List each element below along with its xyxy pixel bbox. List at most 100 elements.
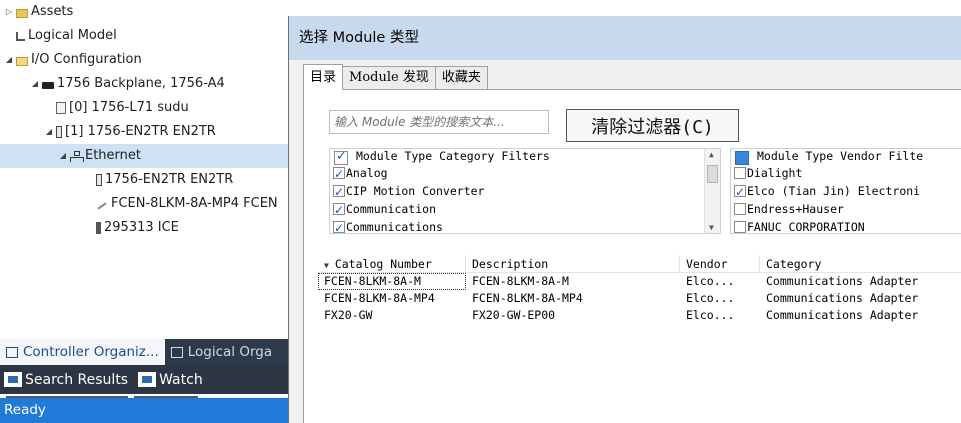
controller-icon bbox=[56, 102, 66, 114]
table-row[interactable]: FCEN-8LKM-8A-M FCEN-8LKM-8A-M Elco... Commu… bbox=[318, 273, 961, 290]
category-filter-checkbox[interactable] bbox=[333, 201, 345, 219]
category-filter-label: Communications bbox=[346, 220, 443, 234]
tab-module-discovery[interactable]: Module 发现 bbox=[342, 66, 436, 90]
tab-favorites[interactable]: 收藏夹 bbox=[434, 66, 488, 90]
tree-node[interactable]: ◢ [1] 1756-EN2TR EN2TR bbox=[44, 120, 216, 144]
catalog-tab-page: 清除过滤器(C) Module Type Category Filters An… bbox=[303, 89, 961, 423]
collapse-icon[interactable]: ◢ bbox=[30, 72, 40, 96]
vendor-filter-label: Endress+Hauser bbox=[747, 202, 844, 216]
vendor-filter-checkbox[interactable] bbox=[734, 221, 746, 233]
vendor-filter-label: Elco (Tian Jin) Electroni bbox=[747, 184, 921, 198]
search-results-button[interactable]: Search Results bbox=[0, 372, 132, 388]
watch-label: Watch bbox=[159, 371, 203, 388]
category-cell: Communications Adapter bbox=[766, 274, 919, 288]
scroll-down-icon[interactable]: ▼ bbox=[709, 223, 714, 232]
column-category[interactable]: Category bbox=[760, 255, 961, 272]
category-filter-item[interactable]: Communication bbox=[330, 200, 720, 219]
tab-controller-organizer[interactable]: Controller Organiz... bbox=[0, 339, 165, 365]
tree-node[interactable]: Logical Model bbox=[4, 24, 117, 48]
tree-node[interactable]: 1756-EN2TR EN2TR bbox=[84, 168, 233, 192]
category-cell: Communications Adapter bbox=[766, 308, 919, 322]
vendor-filter-header: Module Type Vendor Filte bbox=[731, 149, 961, 165]
tree-node[interactable]: ▷ Assets bbox=[4, 0, 73, 24]
tree-node-label: 1756-EN2TR EN2TR bbox=[105, 172, 234, 187]
module-icon bbox=[56, 126, 62, 138]
category-filter-checkbox[interactable] bbox=[333, 183, 345, 201]
folder-icon bbox=[16, 8, 28, 18]
category-filter-label: Analog bbox=[346, 166, 388, 180]
tree-node-label: I/O Configuration bbox=[31, 52, 142, 67]
description-cell: FCEN-8LKM-8A-M bbox=[472, 274, 569, 288]
table-row[interactable]: FX20-GW FX20-GW-EP00 Elco... Communications… bbox=[318, 307, 961, 324]
vendor-filter-checkbox[interactable] bbox=[734, 203, 746, 215]
tree-node[interactable]: ◢ I/O Configuration bbox=[4, 48, 142, 72]
vendor-filter-list: Module Type Vendor Filte Dialight Elco (T… bbox=[730, 148, 961, 234]
watch-icon bbox=[138, 372, 157, 387]
vendor-cell: Elco... bbox=[686, 274, 735, 288]
vendor-filter-item[interactable]: FANUC CORPORATION bbox=[731, 218, 961, 233]
clear-filters-button[interactable]: 清除过滤器(C) bbox=[566, 109, 739, 142]
collapse-icon[interactable]: ◢ bbox=[58, 144, 68, 168]
column-catalog-number[interactable]: ▼ Catalog Number bbox=[318, 255, 466, 272]
logical-organizer-icon bbox=[170, 346, 183, 358]
folder-open-icon bbox=[16, 56, 28, 66]
vendor-filter-header-label: Module Type Vendor Filte bbox=[757, 149, 924, 163]
category-filter-label: CIP Motion Converter bbox=[346, 184, 485, 198]
collapse-icon[interactable]: ◢ bbox=[44, 120, 54, 144]
sort-desc-icon: ▼ bbox=[324, 261, 329, 270]
tree-node-label: Ethernet bbox=[85, 148, 141, 163]
vendor-filter-item[interactable]: Dialight bbox=[731, 164, 961, 182]
category-filter-header: Module Type Category Filters bbox=[330, 149, 720, 165]
search-results-label: Search Results bbox=[25, 371, 129, 388]
tab-logical-organizer-label: Logical Orga bbox=[187, 344, 273, 360]
column-vendor[interactable]: Vendor bbox=[680, 255, 760, 272]
table-header: ▼ Catalog Number Description Vendor Categ… bbox=[318, 255, 961, 273]
column-catalog-number-label: Catalog Number bbox=[334, 257, 432, 271]
ethernet-icon bbox=[70, 150, 84, 162]
category-filter-item[interactable]: CIP Motion Converter bbox=[330, 182, 720, 201]
tree-node-label: 295313 ICE bbox=[104, 220, 179, 235]
module-icon bbox=[96, 174, 102, 186]
vendor-filter-item[interactable]: Endress+Hauser bbox=[731, 200, 961, 218]
controller-organizer-pane: ▷ Assets Logical Model ◢ I/O Configuration ◢ 1… bbox=[0, 0, 290, 423]
scroll-thumb[interactable] bbox=[707, 165, 718, 183]
category-filter-header-label: Module Type Category Filters bbox=[356, 149, 550, 163]
collapse-icon[interactable]: ◢ bbox=[4, 48, 14, 72]
tree-node-label: [0] 1756-L71 sudu bbox=[69, 100, 189, 115]
category-select-all-checkbox[interactable] bbox=[334, 150, 348, 165]
vendor-select-all-checkbox[interactable] bbox=[735, 151, 749, 165]
category-filter-checkbox[interactable] bbox=[333, 165, 345, 183]
module-catalog-table: ▼ Catalog Number Description Vendor Categ… bbox=[318, 255, 961, 324]
vendor-filter-checkbox[interactable] bbox=[734, 183, 746, 201]
tree-node[interactable]: ◢ Ethernet bbox=[0, 144, 290, 168]
tab-logical-organizer[interactable]: Logical Orga bbox=[165, 339, 278, 365]
tree-node[interactable]: [0] 1756-L71 sudu bbox=[44, 96, 189, 120]
tree-node-label: [1] 1756-EN2TR EN2TR bbox=[65, 124, 216, 139]
category-filter-item[interactable]: Communications bbox=[330, 218, 720, 234]
search-results-icon bbox=[4, 372, 22, 387]
controller-organizer-icon bbox=[6, 346, 18, 358]
tree-node-label: 1756 Backplane, 1756-A4 bbox=[57, 76, 225, 91]
search-input[interactable] bbox=[329, 110, 549, 134]
dialog-title[interactable]: 选择 Module 类型 bbox=[289, 16, 961, 60]
tab-catalog[interactable]: 目录 bbox=[303, 64, 344, 90]
column-description[interactable]: Description bbox=[466, 255, 680, 272]
vendor-filter-checkbox[interactable] bbox=[734, 167, 746, 179]
catalog-number-cell: FCEN-8LKM-8A-MP4 bbox=[324, 291, 435, 305]
status-text: Ready bbox=[4, 402, 46, 418]
category-cell: Communications Adapter bbox=[766, 291, 919, 305]
category-filter-checkbox[interactable] bbox=[333, 219, 345, 233]
vendor-filter-item[interactable]: Elco (Tian Jin) Electroni bbox=[731, 182, 961, 201]
table-row[interactable]: FCEN-8LKM-8A-MP4 FCEN-8LKM-8A-MP4 Elco... C… bbox=[318, 290, 961, 307]
tree-node[interactable]: ◢ 1756 Backplane, 1756-A4 bbox=[30, 72, 225, 96]
tree-node[interactable]: FCEN-8LKM-8A-MP4 FCEN bbox=[84, 192, 278, 216]
category-filter-item[interactable]: Analog bbox=[330, 164, 720, 183]
status-bar: Ready bbox=[0, 398, 290, 423]
scroll-up-icon[interactable]: ▲ bbox=[709, 150, 714, 159]
watch-button[interactable]: Watch bbox=[134, 372, 207, 388]
tree-node[interactable]: 295313 ICE bbox=[84, 216, 179, 240]
tree-node-label: Assets bbox=[31, 4, 74, 19]
expand-icon[interactable]: ▷ bbox=[4, 0, 14, 24]
category-filter-scrollbar[interactable]: ▲ ▼ bbox=[704, 149, 720, 233]
device-icon bbox=[96, 222, 101, 234]
